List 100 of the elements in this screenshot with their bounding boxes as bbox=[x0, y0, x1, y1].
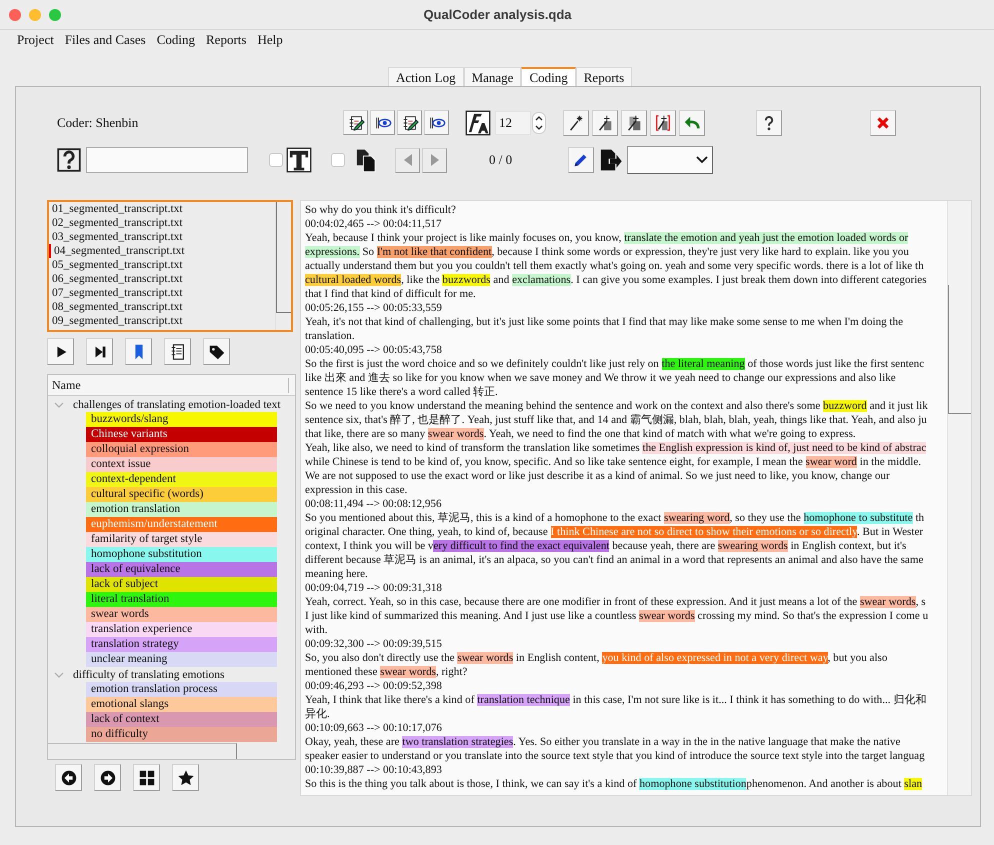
transcript-text: Okay, yeah, these are bbox=[305, 736, 400, 748]
file-item[interactable]: 06_segmented_transcript.txt bbox=[49, 272, 275, 286]
match-counter: 0 / 0 bbox=[489, 152, 514, 168]
code-item[interactable]: Chinese variants bbox=[86, 427, 277, 442]
file-item[interactable]: 01_segmented_transcript.txt bbox=[49, 202, 275, 216]
code-item[interactable]: homophone substitution bbox=[86, 547, 277, 562]
category-item[interactable]: challenges of translating emotion-loaded text bbox=[73, 398, 281, 410]
code-item[interactable]: unclear meaning bbox=[86, 652, 277, 667]
close-window-button[interactable] bbox=[9, 8, 21, 20]
help-button[interactable] bbox=[756, 110, 782, 136]
search-field[interactable] bbox=[86, 147, 248, 173]
close-button[interactable] bbox=[870, 110, 896, 136]
grid-button[interactable] bbox=[133, 764, 160, 791]
transcript-text: . But in Wester bbox=[856, 526, 924, 538]
grid-icon bbox=[138, 768, 156, 786]
code-item[interactable]: emotion translation process bbox=[86, 682, 277, 697]
transcript-text: in this case, I'm not sure like is it... I think it has something to do with... 归化和 bbox=[572, 694, 926, 706]
code-item[interactable]: emotion translation bbox=[86, 502, 277, 517]
coded-text: cultural loaded words bbox=[305, 274, 402, 286]
category-item[interactable]: difficulty of translating emotions bbox=[73, 668, 224, 680]
transcript-text: 00:05:40,095 --> 00:05:43,758 bbox=[305, 344, 442, 356]
code-item[interactable]: colloquial expression bbox=[86, 442, 277, 457]
coder-label: Coder: Shenbin bbox=[57, 114, 140, 130]
scrollbar[interactable] bbox=[275, 202, 291, 330]
bookmark-button[interactable] bbox=[125, 338, 152, 365]
code-item[interactable]: familarity of target style bbox=[86, 532, 277, 547]
scrollbar[interactable] bbox=[48, 743, 237, 759]
transcript-text: So you mentioned about this, 草泥马, this is a kind of a homophone to the exact bbox=[305, 512, 662, 524]
code-item[interactable]: swear words bbox=[86, 607, 277, 622]
transcript-text: . Yes. So either you translate in a way in the in the native language that make the native bbox=[513, 736, 900, 748]
transcript-text: like 出來 and 進去 so like for you know when we save money and We throw it we yeah need to change our expressions and also like bbox=[305, 372, 896, 384]
transcript-text: and bbox=[492, 274, 510, 286]
coded-text: I think Chinese are not so direct to show their emotions or so directly bbox=[550, 526, 857, 538]
scrollbar[interactable] bbox=[947, 201, 971, 795]
coded-text: swear words bbox=[428, 428, 484, 440]
right-triangle-icon bbox=[430, 154, 438, 166]
code-item[interactable]: literal translation bbox=[86, 592, 277, 607]
transcript-text: with. bbox=[305, 624, 328, 636]
code-item[interactable]: context-dependent bbox=[86, 472, 277, 487]
tag-button[interactable] bbox=[203, 338, 230, 365]
coded-text: I'm not like that confident bbox=[376, 246, 492, 258]
menu-item[interactable]: Files and Cases bbox=[64, 32, 146, 48]
transcript-text: So we need to you know understand the meaning behind the sentence and work on the context and also there's some bbox=[305, 400, 822, 412]
file-item[interactable]: 02_segmented_transcript.txt bbox=[49, 216, 275, 230]
file-item[interactable]: 08_segmented_transcript.txt bbox=[49, 300, 275, 314]
code-item[interactable]: translation strategy bbox=[86, 637, 277, 652]
forward-button[interactable] bbox=[94, 764, 121, 791]
transcript-text: So why do you think it's difficult? bbox=[305, 204, 456, 216]
file-item[interactable]: 09_segmented_transcript.txt bbox=[49, 314, 275, 328]
eye-button[interactable] bbox=[424, 110, 449, 135]
checkbox[interactable] bbox=[331, 153, 345, 167]
transcript-text: I just like kind of summarized this meaning. And I just use like a countless bbox=[305, 610, 638, 622]
code-item[interactable]: lack of subject bbox=[86, 577, 277, 592]
font-size-icon[interactable] bbox=[465, 110, 491, 136]
transcript-text: phenomenon. And another is about bbox=[746, 778, 902, 790]
transcript-text: 00:09:46,293 --> 00:09:52,398 bbox=[305, 680, 442, 692]
notes-button[interactable] bbox=[164, 338, 191, 365]
transcript-text: 00:10:39,887 --> 00:10:43,893 bbox=[305, 764, 442, 776]
code-item[interactable]: context issue bbox=[86, 457, 277, 472]
menu-item[interactable]: Coding bbox=[156, 32, 196, 48]
checkbox[interactable] bbox=[269, 153, 283, 167]
wand-button[interactable] bbox=[621, 110, 647, 136]
file-item[interactable]: 03_segmented_transcript.txt bbox=[49, 230, 275, 244]
code-item[interactable]: cultural specific (words) bbox=[86, 487, 277, 502]
caret-icon bbox=[696, 156, 708, 164]
star-button[interactable] bbox=[172, 764, 199, 791]
font-size-field[interactable]: 12 bbox=[495, 110, 531, 134]
menu-item[interactable]: Reports bbox=[206, 32, 246, 48]
menu-item[interactable]: Help bbox=[257, 32, 283, 48]
tab[interactable]: Reports bbox=[576, 67, 632, 86]
notebook-button[interactable] bbox=[397, 110, 422, 135]
tab[interactable]: Coding bbox=[521, 67, 576, 86]
back-button[interactable] bbox=[55, 764, 82, 791]
tab[interactable]: Action Log bbox=[388, 67, 464, 86]
code-item[interactable]: lack of context bbox=[86, 712, 277, 727]
tab[interactable]: Manage bbox=[464, 67, 522, 86]
wand-button[interactable] bbox=[563, 110, 589, 136]
code-item[interactable]: buzzwords/slang bbox=[86, 412, 277, 427]
play-button[interactable] bbox=[47, 338, 74, 365]
file-item[interactable]: 05_segmented_transcript.txt bbox=[49, 258, 275, 272]
code-item[interactable]: translation experience bbox=[86, 622, 277, 637]
pencil-button[interactable] bbox=[568, 147, 594, 173]
text-style-icon[interactable] bbox=[286, 147, 312, 173]
wand-button[interactable] bbox=[592, 110, 618, 136]
transcript-text: , so they use the bbox=[730, 512, 802, 524]
code-item[interactable]: emotional slangs bbox=[86, 697, 277, 712]
file-item[interactable]: 04_segmented_transcript.txt bbox=[49, 244, 275, 258]
wand-button[interactable] bbox=[650, 110, 676, 136]
file-item[interactable]: 07_segmented_transcript.txt bbox=[49, 286, 275, 300]
stepper-arrows-icon[interactable] bbox=[532, 112, 546, 134]
notebook-button[interactable] bbox=[343, 110, 368, 135]
undo-button[interactable] bbox=[679, 110, 705, 136]
code-item[interactable]: no difficulty bbox=[86, 727, 277, 742]
eye-button[interactable] bbox=[370, 110, 395, 135]
code-dropdown[interactable] bbox=[627, 146, 713, 174]
coded-text: the English expression is kind of, just need to be kind of abstrac bbox=[642, 442, 926, 454]
skip-button[interactable] bbox=[86, 338, 113, 365]
menu-item[interactable]: Project bbox=[17, 32, 54, 48]
help-icon[interactable] bbox=[57, 147, 81, 173]
code-item[interactable]: lack of equivalence bbox=[86, 562, 277, 577]
